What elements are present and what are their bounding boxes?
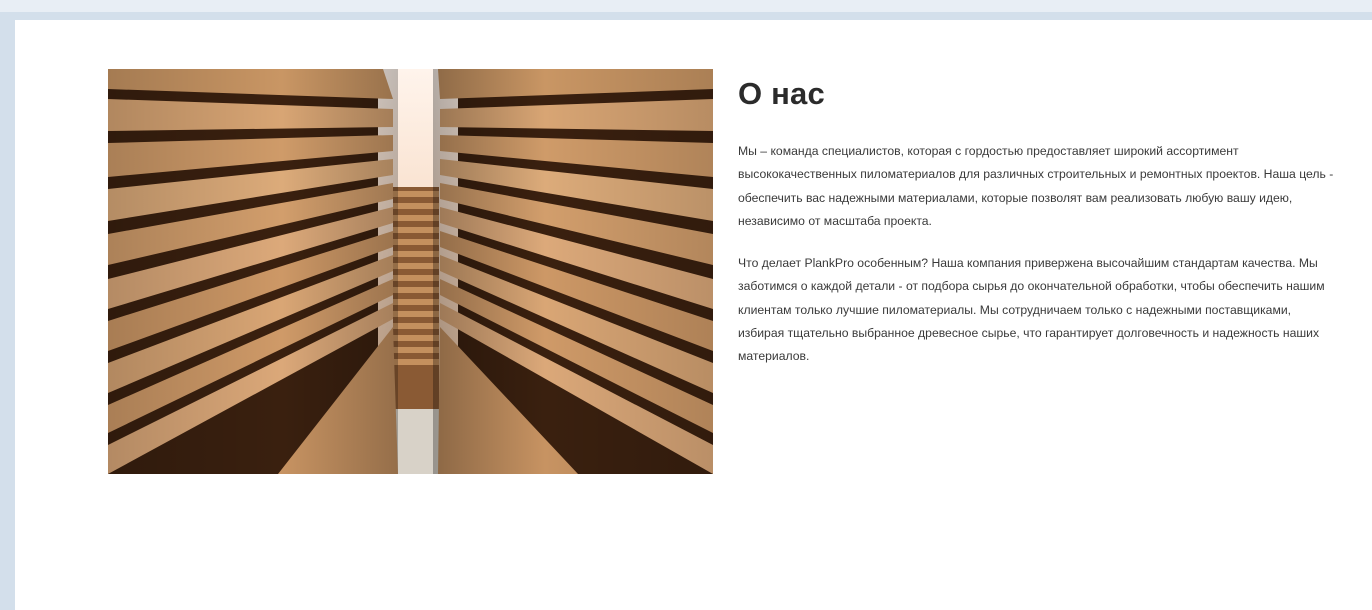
lumber-stack-image xyxy=(108,69,713,474)
about-section: О нас Мы – команда специалистов, которая… xyxy=(15,20,1372,610)
about-paragraph-quality: Что делает PlankPro особенным? Наша комп… xyxy=(738,256,1325,364)
about-paragraph-intro: Мы – команда специалистов, которая с гор… xyxy=(738,144,1334,228)
page-title: О нас xyxy=(738,76,825,111)
top-border xyxy=(0,12,1372,20)
left-border xyxy=(0,12,15,610)
top-margin xyxy=(0,0,1372,12)
browser-viewport: О нас Мы – команда специалистов, которая… xyxy=(0,0,1372,610)
